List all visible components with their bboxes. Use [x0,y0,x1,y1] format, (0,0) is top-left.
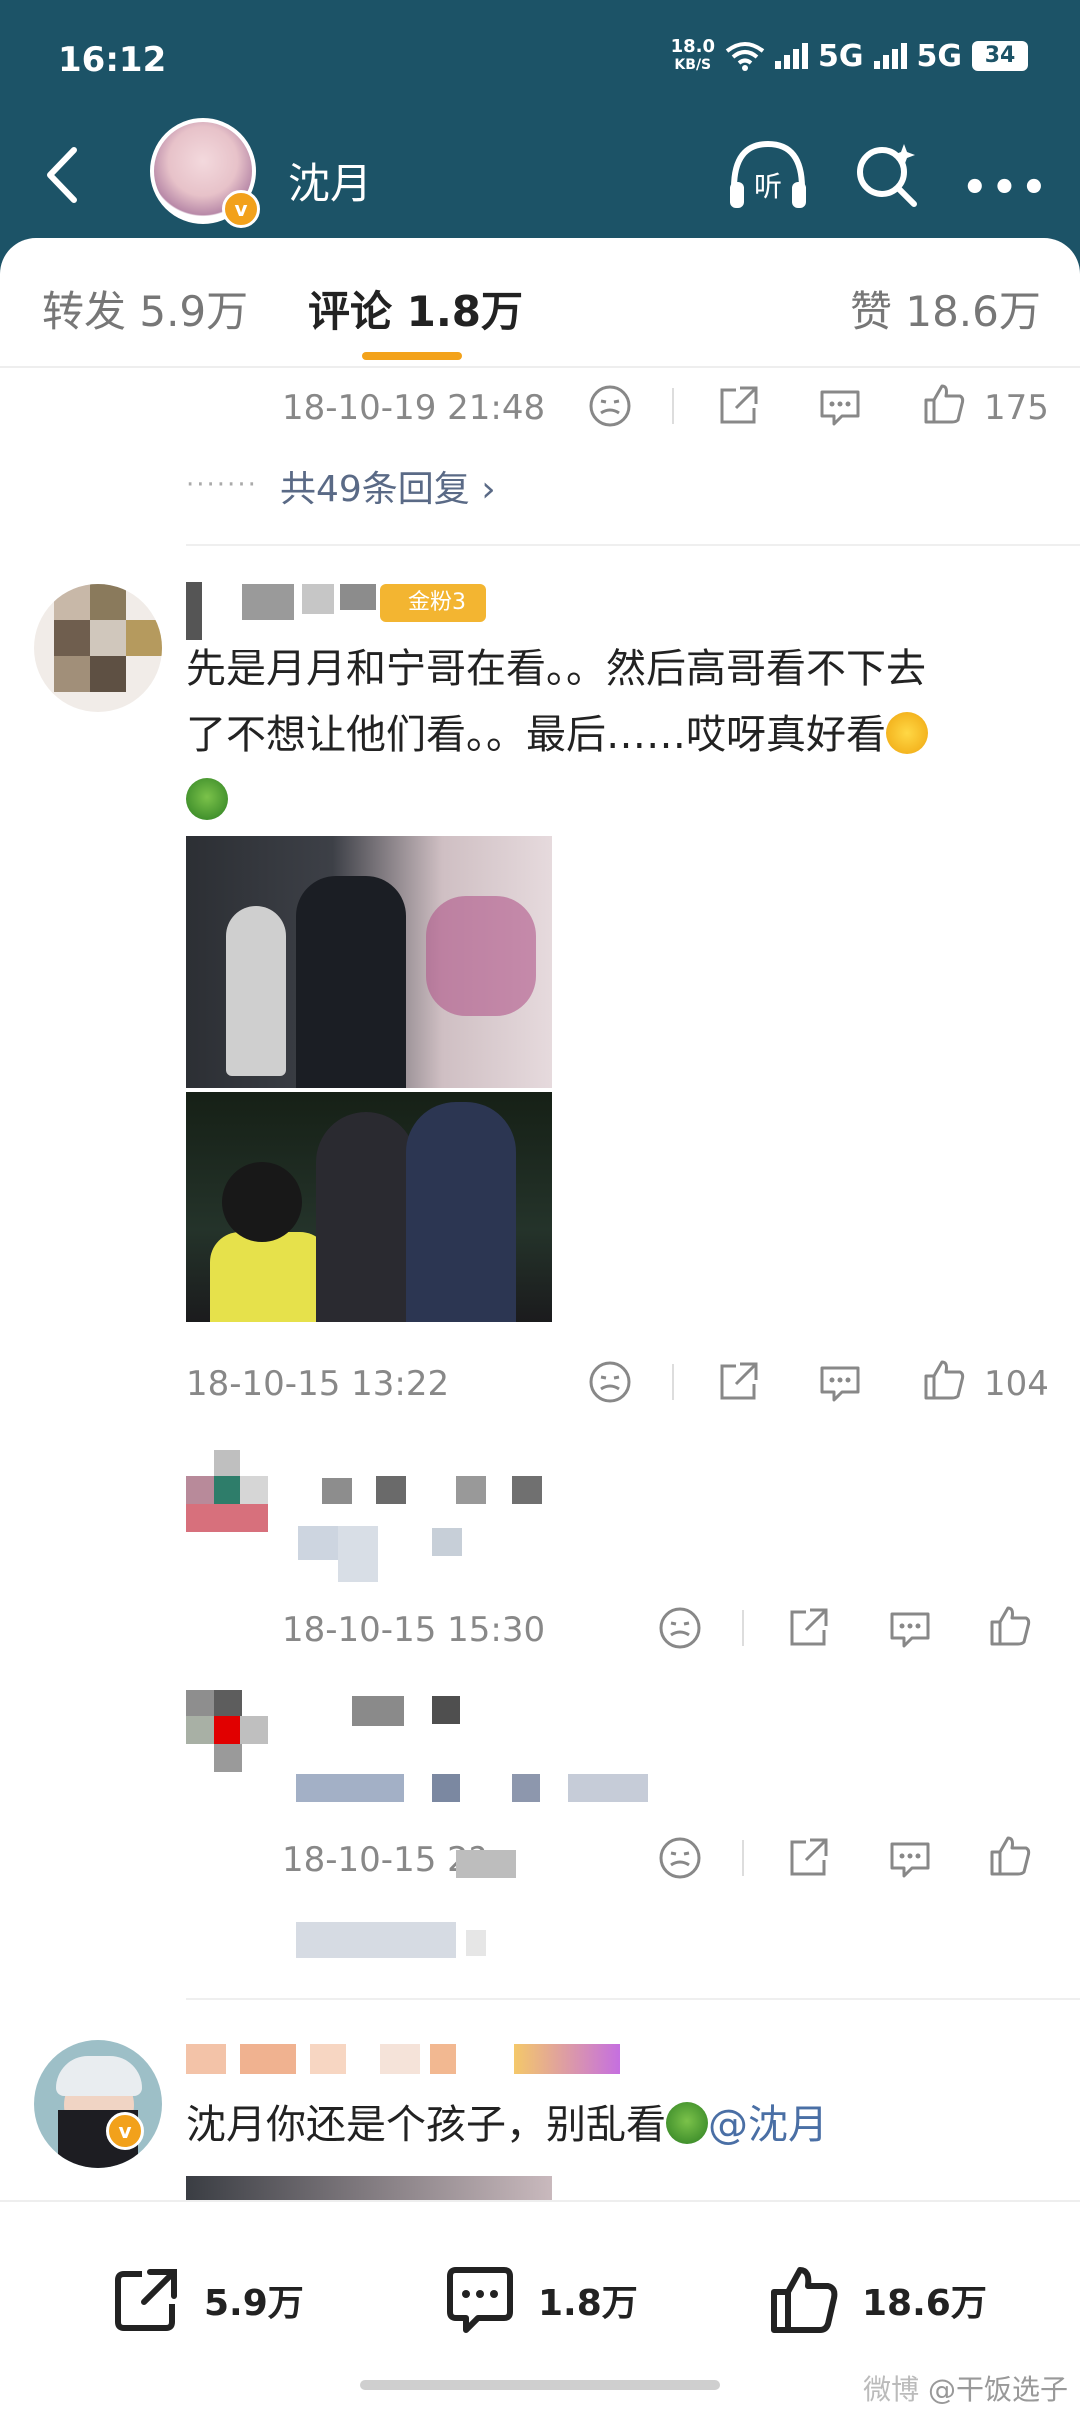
share-icon[interactable] [784,1604,832,1652]
comment-divider [186,1998,1080,2000]
network-type-1: 5G [818,38,864,74]
comment-image[interactable] [186,836,552,1322]
status-time: 16:12 [58,40,167,80]
like-count: 104 [984,1364,1049,1404]
network-type-2: 5G [916,38,963,74]
image-bottom [186,1092,552,1322]
comment-line-2: 了不想让他们看。。最后……哎呀真好看 [186,712,886,758]
divider [672,388,674,424]
comment-timestamp: 18-10-15 13:22 [186,1364,450,1404]
dislike-face-icon[interactable] [586,1358,634,1406]
like-thumb-icon[interactable] [920,1356,968,1404]
reply-timestamp: 18-10-19 21:48 [282,388,546,428]
view-replies-link[interactable]: 共49条回复 › [280,460,496,512]
dislike-face-icon[interactable] [656,1604,704,1652]
divider [742,1610,744,1646]
comment-icon[interactable] [816,382,864,430]
nav-bar: v 沈月 听 ••• [0,110,1080,240]
comment-divider [186,544,1080,546]
repost-share-icon [115,2269,177,2331]
like-thumb-icon[interactable] [986,1602,1034,1650]
comment-text: 沈月你还是个孩子，别乱看 @沈月 [186,2092,1046,2158]
tab-bar: 转发 5.9万 评论 1.8万 赞 18.6万 [0,238,1080,368]
status-icons: 18.0 KB/S 5G 5G 34 [671,38,1028,74]
battery-icon: 34 [972,41,1028,71]
tab-reposts[interactable]: 转发 5.9万 [42,278,248,339]
repost-button[interactable]: 5.9万 [108,2262,304,2338]
chevron-right-icon: › [481,469,496,510]
verified-badge-icon: v [106,2112,144,2150]
divider [742,1840,744,1876]
view-replies-label: 共49条回复 [280,469,470,510]
repost-count: 5.9万 [204,2283,304,2324]
green-face-emoji-icon [186,778,228,820]
image-top [186,836,552,1088]
like-thumb-icon[interactable] [920,380,968,428]
like-thumb-icon[interactable] [986,1832,1034,1880]
search-icon[interactable] [852,140,922,210]
comment-line-1: 先是月月和宁哥在看。。然后高哥看不下去 [186,646,926,692]
share-icon[interactable] [784,1834,832,1882]
comment-icon[interactable] [886,1834,934,1882]
watermark: 微博 @干饭选子 [863,2368,1068,2408]
home-indicator[interactable] [360,2380,720,2390]
listen-label: 听 [754,170,782,203]
comment-icon[interactable] [816,1358,864,1406]
signal-icon [775,43,808,69]
like-button[interactable]: 18.6万 [766,2262,987,2338]
comment-count: 1.8万 [538,2283,638,2324]
dots-decoration: ······· [186,470,258,500]
commenter-avatar[interactable] [34,2040,162,2168]
comments-sheet: 转发 5.9万 评论 1.8万 赞 18.6万 [0,238,1080,2412]
share-icon[interactable] [714,1358,762,1406]
commenter-avatar[interactable] [34,584,162,712]
comment-button[interactable]: 1.8万 [442,2262,638,2338]
weibo-logo-icon: 微博 [863,2373,920,2406]
share-icon[interactable] [714,382,762,430]
dislike-face-icon[interactable] [656,1834,704,1882]
watermark-text: @干饭选子 [927,2373,1068,2406]
signal-icon-2 [873,43,907,69]
reply-avatar[interactable] [186,1450,268,1532]
network-speed: 18.0 KB/S [671,38,715,74]
like-count: 18.6万 [862,2283,987,2324]
verified-badge-icon: v [222,190,260,228]
comment-text: 先是月月和宁哥在看。。然后高哥看不下去 了不想让他们看。。最后……哎呀真好看 [186,636,1046,834]
network-speed-unit: KB/S [674,57,712,73]
tab-comments[interactable]: 评论 1.8万 [308,278,523,339]
status-bar: 16:12 18.0 KB/S 5G 5G 34 [0,0,1080,120]
wifi-icon [725,42,765,71]
comment-bubble-icon [447,2267,513,2333]
mention-link[interactable]: @沈月 [708,2102,828,2148]
reply-timestamp: 18-10-15 15:30 [282,1610,546,1650]
comment-body: 沈月你还是个孩子，别乱看 [186,2102,666,2148]
active-tab-indicator [362,352,462,360]
redaction [456,1850,516,1878]
network-speed-value: 18.0 [670,36,715,57]
smile-emoji-icon [886,712,928,754]
reply-avatar[interactable] [186,1690,268,1772]
like-thumb-icon [771,2267,838,2333]
dislike-face-icon[interactable] [586,382,634,430]
headphones-listen-icon[interactable]: 听 [726,138,810,212]
back-arrow-icon[interactable] [36,140,92,210]
more-options-icon[interactable]: ••• [962,165,1051,211]
divider [672,1364,674,1400]
comment-icon[interactable] [886,1604,934,1652]
tab-likes[interactable]: 赞 18.6万 [850,278,1041,339]
author-name[interactable]: 沈月 [288,150,372,211]
like-count: 175 [984,388,1049,428]
comment-image-preview[interactable] [186,2176,552,2200]
fan-level-badge: 金粉3 [380,584,486,622]
green-face-emoji-icon [666,2102,708,2144]
